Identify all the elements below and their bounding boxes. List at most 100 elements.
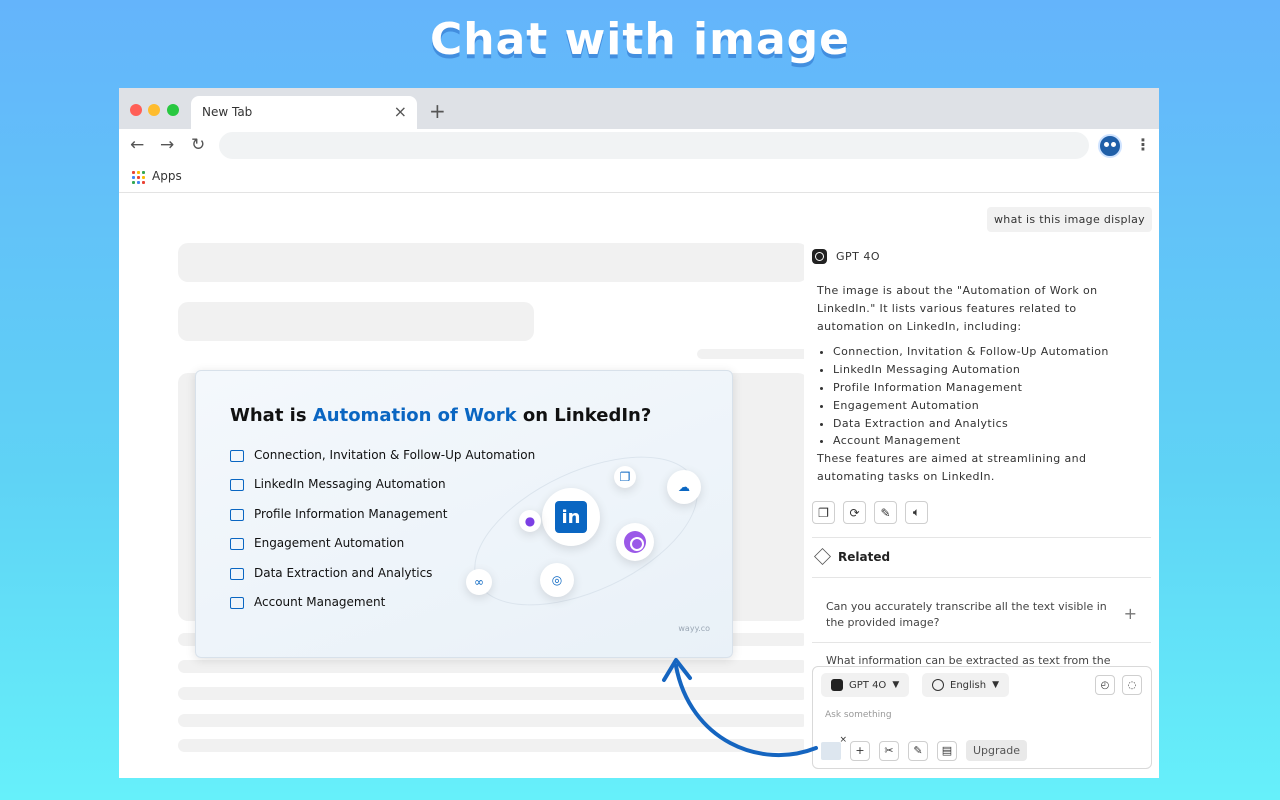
edit-icon[interactable]: ✎	[874, 501, 897, 524]
extension-avatar-icon[interactable]	[1098, 134, 1122, 158]
related-question[interactable]: Can you accurately transcribe all the te…	[826, 599, 1121, 630]
answer-intro: The image is about the "Automation of Wo…	[817, 284, 1098, 333]
feature-label: Engagement Automation	[254, 536, 405, 550]
language-selector-label: English	[950, 679, 987, 691]
ring-icon	[624, 531, 646, 553]
divider	[812, 537, 1151, 538]
attached-image-thumbnail[interactable]: ×	[821, 735, 847, 760]
tab-new-tab[interactable]: New Tab ×	[191, 96, 417, 129]
composer-tools: × + ✂ ✎ ▤ Upgrade	[821, 735, 1028, 761]
maximize-window-dot[interactable]	[167, 104, 179, 116]
language-selector[interactable]: English ▼	[922, 673, 1010, 697]
browser-toolbar: ← → ↻ ⋮	[119, 129, 1159, 165]
divider	[812, 577, 1151, 578]
radar-bubble: ◎	[540, 563, 574, 597]
message-input[interactable]: Ask something	[825, 710, 892, 720]
add-icon[interactable]: +	[850, 740, 870, 761]
attached-image-card: What is Automation of Work on LinkedIn? …	[195, 370, 733, 658]
reload-icon[interactable]: ↻	[191, 135, 205, 155]
speaker-icon[interactable]: 🔈︎	[905, 501, 928, 524]
skeleton-line	[178, 660, 808, 673]
answer-list-item: Account Management	[833, 432, 1137, 450]
tab-close-icon[interactable]: ×	[394, 102, 407, 121]
assistant-answer: The image is about the "Automation of Wo…	[817, 282, 1137, 486]
close-window-dot[interactable]	[130, 104, 142, 116]
apps-grid-dot	[142, 171, 145, 174]
answer-list-item: Connection, Invitation & Follow-Up Autom…	[833, 343, 1137, 361]
gpt-logo-icon	[831, 679, 843, 691]
answer-list: Connection, Invitation & Follow-Up Autom…	[833, 343, 1137, 450]
cloud-bubble: ☁	[667, 470, 701, 504]
tab-bar: New Tab × +	[119, 88, 1159, 129]
feature-label: Connection, Invitation & Follow-Up Autom…	[254, 448, 536, 462]
purple-ring-bubble	[616, 523, 654, 561]
layers-icon	[230, 449, 244, 462]
apps-grid-dot	[132, 171, 135, 174]
browser-menu-icon[interactable]: ⋮	[1135, 135, 1151, 154]
user-message: what is this image display	[987, 207, 1152, 232]
apps-grid-dot	[137, 176, 140, 179]
back-arrow-icon[interactable]: ←	[130, 135, 144, 155]
answer-list-item: LinkedIn Messaging Automation	[833, 361, 1137, 379]
address-bar[interactable]	[219, 132, 1089, 159]
skeleton-line	[697, 349, 809, 359]
divider	[812, 642, 1151, 643]
expand-plus-icon[interactable]: +	[1124, 604, 1137, 623]
model-name: GPT 4O	[836, 250, 881, 263]
card-title-prefix: What is	[230, 405, 313, 426]
card-title-suffix: on LinkedIn?	[516, 405, 652, 426]
apps-bookmark-label[interactable]: Apps	[152, 169, 182, 183]
tab-title: New Tab	[202, 105, 253, 119]
scissors-icon[interactable]: ✂	[879, 740, 899, 761]
chart-icon	[230, 567, 244, 580]
model-selector-label: GPT 4O	[849, 679, 887, 691]
feature-item: Connection, Invitation & Follow-Up Autom…	[230, 448, 535, 462]
cloud-icon: ☁	[678, 480, 690, 494]
globe-icon	[932, 679, 944, 691]
feature-label: Data Extraction and Analytics	[254, 566, 433, 580]
pencil-icon[interactable]: ✎	[908, 740, 928, 761]
skeleton-line	[178, 687, 808, 700]
feature-item: Account Management	[230, 595, 385, 609]
history-icon[interactable]: ◴	[1095, 675, 1115, 695]
apps-grid-dot	[137, 181, 140, 184]
linkedin-logo-bubble: in	[542, 488, 600, 546]
apps-grid-icon[interactable]	[132, 171, 145, 184]
skeleton-block	[178, 243, 808, 282]
apps-grid-dot	[142, 176, 145, 179]
new-tab-plus-icon[interactable]: +	[429, 99, 446, 123]
regenerate-icon[interactable]: ⟳	[843, 501, 866, 524]
chevron-down-icon: ▼	[892, 680, 900, 690]
card-title: What is Automation of Work on LinkedIn?	[230, 405, 651, 426]
upgrade-button[interactable]: Upgrade	[966, 740, 1028, 761]
skeleton-block	[178, 302, 534, 341]
related-label: Related	[838, 549, 891, 564]
radar-icon: ◎	[551, 573, 563, 587]
model-selector[interactable]: GPT 4O ▼	[821, 673, 910, 697]
link-bubble: ∞	[466, 569, 492, 595]
copy-icon: ❐	[619, 470, 631, 484]
card-watermark: wayy.co	[678, 624, 710, 633]
card-title-accent: Automation of Work	[312, 405, 517, 426]
bot-icon: ●	[524, 514, 536, 528]
forward-arrow-icon[interactable]: →	[160, 135, 174, 155]
minimize-window-dot[interactable]	[148, 104, 160, 116]
answer-list-item: Profile Information Management	[833, 379, 1137, 397]
cube-icon	[814, 548, 831, 565]
feature-item: Data Extraction and Analytics	[230, 566, 432, 580]
skeleton-line	[178, 714, 808, 727]
model-header: GPT 4O	[812, 249, 880, 264]
answer-actions: ❐ ⟳ ✎ 🔈︎	[812, 501, 928, 524]
document-icon[interactable]: ▤	[937, 740, 957, 761]
sparkle-icon	[230, 537, 244, 550]
chat-bubble-icon[interactable]: ◌	[1122, 675, 1142, 695]
apps-grid-dot	[142, 181, 145, 184]
id-card-icon	[230, 596, 244, 609]
remove-attachment-icon[interactable]: ×	[839, 735, 847, 745]
apps-grid-dot	[137, 171, 140, 174]
apps-grid-dot	[132, 181, 135, 184]
bookmarks-bar: Apps	[119, 165, 1159, 193]
copy-icon[interactable]: ❐	[812, 501, 835, 524]
profile-icon	[230, 508, 244, 521]
link-icon: ∞	[474, 575, 484, 589]
